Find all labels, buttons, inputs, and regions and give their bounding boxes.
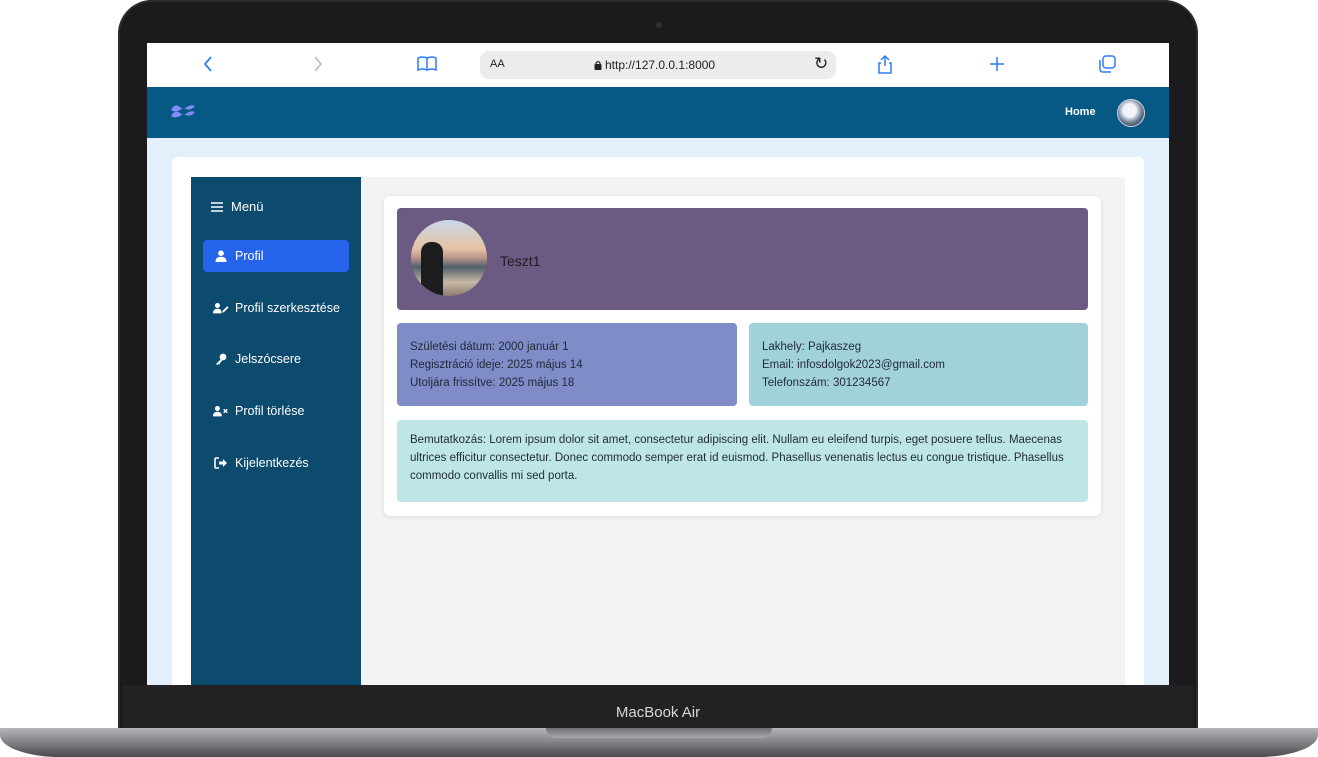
- bio-text: Bemutatkozás: Lorem ipsum dolor sit amet…: [410, 434, 1064, 482]
- text-size-button[interactable]: AA: [490, 58, 505, 70]
- url-text: http://127.0.0.1:8000: [605, 58, 716, 72]
- home-link[interactable]: Home: [1065, 106, 1096, 118]
- laptop-chin: MacBook Air: [122, 685, 1194, 729]
- email: Email: infosdolgok2023@gmail.com: [762, 359, 945, 371]
- tailwind-logo-icon[interactable]: [169, 101, 197, 124]
- sidebar-item-kijelentkezes[interactable]: Kijelentkezés: [203, 447, 349, 479]
- sidebar-item-label: Profil szerkesztése: [235, 301, 340, 315]
- key-icon: [216, 353, 227, 365]
- tabs-overview-button[interactable]: [1092, 49, 1122, 79]
- sidebar-item-jelszocsere[interactable]: Jelszócsere: [203, 343, 349, 375]
- bookmarks-button[interactable]: [412, 49, 442, 79]
- address-bar[interactable]: AA http://127.0.0.1:8000 ↻: [480, 51, 836, 79]
- personal-details-box: Születési dátum: 2000 január 1 Regisztrá…: [397, 323, 737, 406]
- app-header: Home: [147, 87, 1169, 138]
- avatar[interactable]: [1117, 99, 1145, 127]
- logout-icon: [214, 457, 227, 469]
- registration-date: Regisztráció ideje: 2025 május 14: [410, 359, 583, 371]
- chevron-left-icon: [203, 56, 212, 72]
- last-updated: Utoljára frissítve: 2025 május 18: [410, 377, 575, 389]
- browser-toolbar: AA http://127.0.0.1:8000 ↻: [147, 43, 1169, 88]
- phone-number: Telefonszám: 301234567: [762, 377, 891, 389]
- sidebar-menu-title[interactable]: Menü: [211, 199, 264, 214]
- laptop-notch: [546, 728, 772, 738]
- sidebar-item-profil-torlese[interactable]: Profil törlése: [203, 395, 349, 427]
- share-button[interactable]: [870, 49, 900, 79]
- chevron-right-icon: [314, 56, 323, 72]
- user-icon: [215, 250, 227, 262]
- user-delete-icon: [213, 406, 228, 417]
- sidebar-title-label: Menü: [231, 199, 264, 214]
- user-edit-icon: [213, 303, 229, 314]
- contact-details-box: Lakhely: Pajkaszeg Email: infosdolgok202…: [749, 323, 1088, 406]
- book-icon: [417, 56, 437, 72]
- profile-photo: [411, 220, 487, 296]
- profile-username: Teszt1: [500, 253, 541, 269]
- sidebar-item-label: Profil törlése: [235, 404, 305, 418]
- sidebar-item-label: Kijelentkezés: [235, 456, 309, 470]
- device-label: MacBook Air: [615, 704, 701, 721]
- sidebar-item-profil-szerkesztese[interactable]: Profil szerkesztése: [203, 292, 349, 324]
- plus-icon: [990, 57, 1004, 71]
- residence: Lakhely: Pajkaszeg: [762, 341, 862, 353]
- lock-icon: [594, 60, 602, 70]
- sidebar-item-label: Profil: [235, 249, 264, 263]
- sidebar-item-profil[interactable]: Profil: [203, 240, 349, 272]
- reload-icon[interactable]: ↻: [814, 54, 828, 74]
- profile-banner: Teszt1: [397, 208, 1088, 310]
- tabs-icon: [1099, 55, 1116, 73]
- camera-icon: [656, 22, 662, 28]
- forward-button[interactable]: [303, 49, 333, 79]
- back-button[interactable]: [193, 49, 223, 79]
- sidebar-item-label: Jelszócsere: [235, 352, 301, 366]
- share-icon: [878, 54, 892, 74]
- hamburger-icon: [211, 201, 223, 212]
- bio-box: Bemutatkozás: Lorem ipsum dolor sit amet…: [397, 420, 1088, 502]
- sidebar: Menü Profil Profil szerkesztése Jelszócs…: [191, 177, 361, 685]
- birth-date: Születési dátum: 2000 január 1: [410, 341, 569, 353]
- new-tab-button[interactable]: [982, 49, 1012, 79]
- profile-photo-person: [421, 242, 443, 296]
- screen: AA http://127.0.0.1:8000 ↻ Home Menü Pro…: [147, 43, 1169, 685]
